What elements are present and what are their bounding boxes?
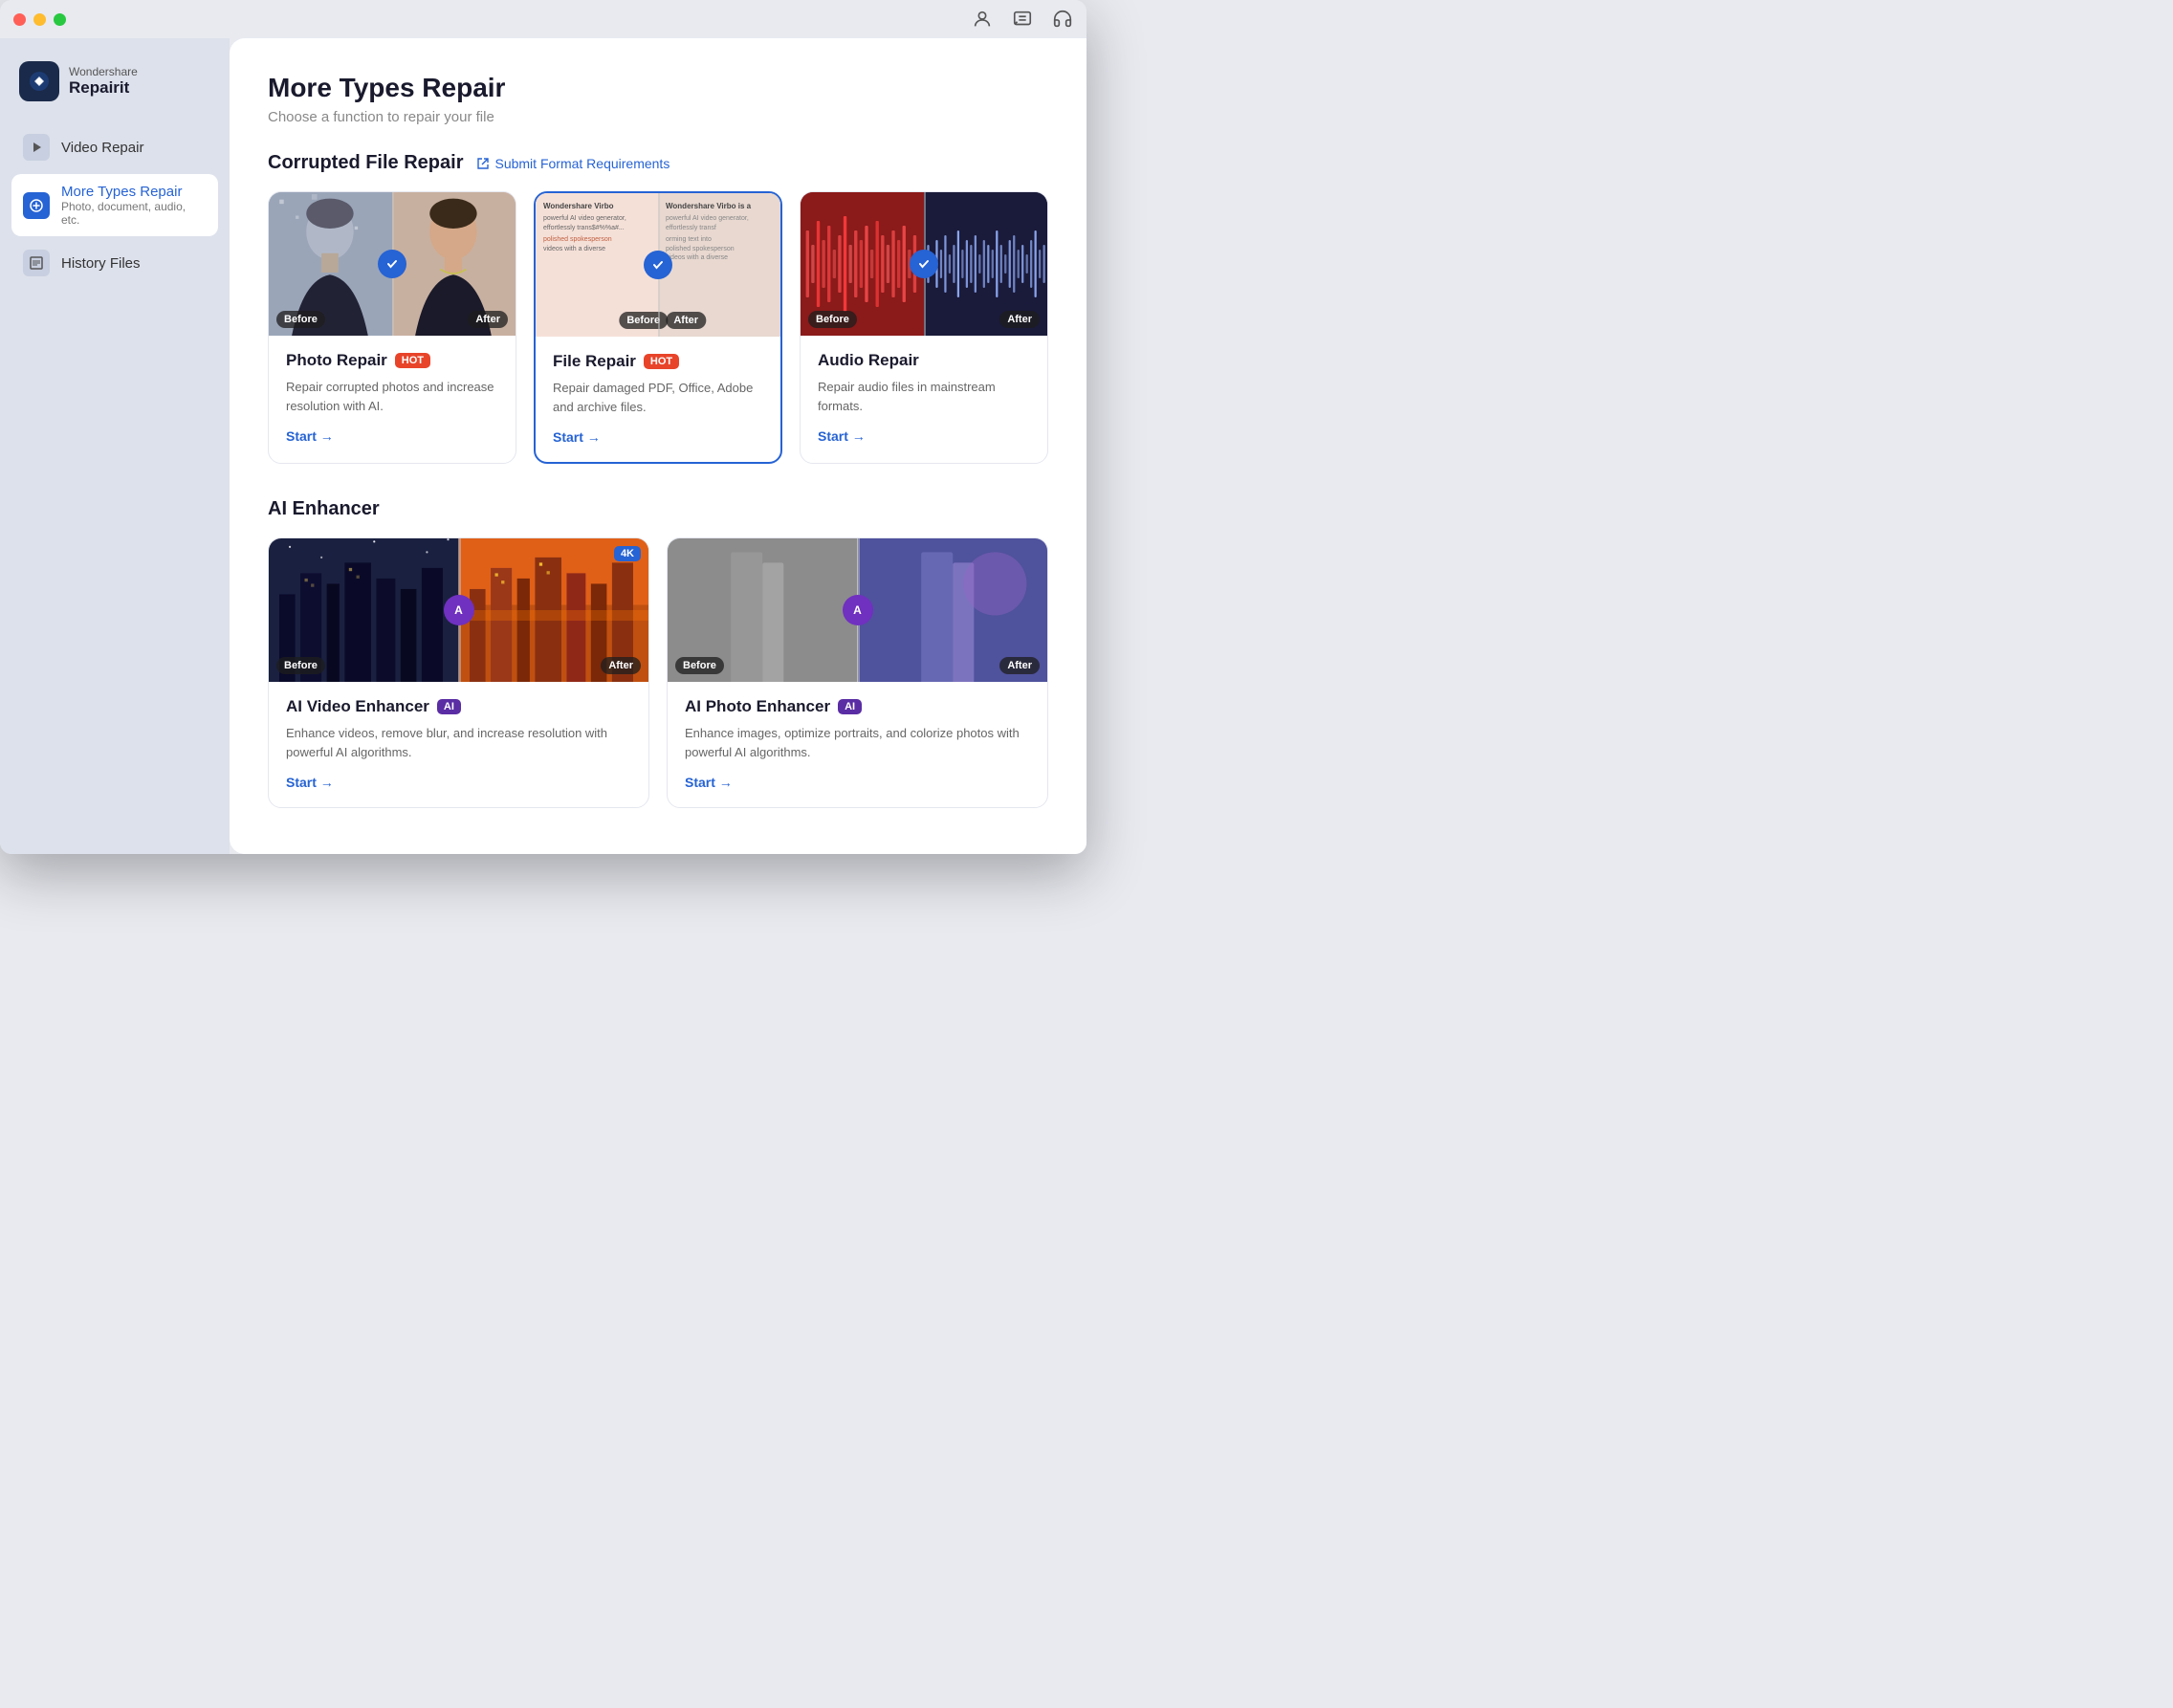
ai-enhancer-cards: A 4K Before After AI Video Enhancer AI E… <box>268 537 1048 808</box>
audio-repair-card[interactable]: Before After Audio Repair Repair audio f… <box>800 191 1048 464</box>
ai-video-enhancer-card[interactable]: A 4K Before After AI Video Enhancer AI E… <box>268 537 649 808</box>
ai-photo-body: AI Photo Enhancer AI Enhance images, opt… <box>668 682 1047 807</box>
app-name: Repairit <box>69 78 138 98</box>
photo-repair-badge <box>378 250 406 278</box>
four-k-badge: 4K <box>614 546 641 561</box>
file-repair-title-row: File Repair HOT <box>553 352 763 371</box>
file-repair-title: File Repair <box>553 352 636 371</box>
ai-video-description: Enhance videos, remove blur, and increas… <box>286 724 631 761</box>
corrupted-file-repair-section-header: Corrupted File Repair Submit Format Requ… <box>268 152 1048 174</box>
file-repair-image: Wondershare Virbo powerful AI video gene… <box>536 193 780 337</box>
audio-repair-description: Repair audio files in mainstream formats… <box>818 378 1030 415</box>
ai-video-body: AI Video Enhancer AI Enhance videos, rem… <box>269 682 648 807</box>
ai-photo-enhancer-card[interactable]: A Before After AI Photo Enhancer AI Enha… <box>667 537 1048 808</box>
ai-photo-after-label: After <box>999 657 1040 674</box>
submit-format-link[interactable]: Submit Format Requirements <box>476 156 669 171</box>
video-repair-icon <box>23 134 50 161</box>
ai-video-title: AI Video Enhancer <box>286 697 429 716</box>
ai-video-badge: AI <box>437 699 461 714</box>
audio-repair-image: Before After <box>801 192 1047 336</box>
ai-video-before-label: Before <box>276 657 325 674</box>
audio-repair-badge <box>910 250 938 278</box>
ai-photo-start-button[interactable]: Start → <box>685 775 1030 790</box>
audio-repair-after-label: After <box>999 311 1040 328</box>
ai-enhancer-title: AI Enhancer <box>268 498 380 520</box>
ai-photo-description: Enhance images, optimize portraits, and … <box>685 724 1030 761</box>
file-repair-badge <box>644 251 672 279</box>
ai-photo-title: AI Photo Enhancer <box>685 697 830 716</box>
sidebar-item-more-types-repair[interactable]: More Types Repair Photo, document, audio… <box>11 174 218 236</box>
file-repair-description: Repair damaged PDF, Office, Adobe and ar… <box>553 379 763 416</box>
ai-video-after-label: After <box>601 657 641 674</box>
audio-repair-title: Audio Repair <box>818 351 919 370</box>
account-icon[interactable] <box>972 9 993 30</box>
audio-repair-body: Audio Repair Repair audio files in mains… <box>801 336 1047 461</box>
audio-repair-before-label: Before <box>808 311 857 328</box>
support-icon[interactable] <box>1052 9 1073 30</box>
photo-repair-hot-badge: HOT <box>395 353 430 368</box>
brand-name: Wondershare <box>69 65 138 78</box>
photo-repair-title-row: Photo Repair HOT <box>286 351 498 370</box>
ai-enhancer-section-header: AI Enhancer <box>268 498 1048 520</box>
app-window: Wondershare Repairit Video Repair <box>0 0 1086 854</box>
logo-icon <box>19 61 59 101</box>
page-subtitle: Choose a function to repair your file <box>268 109 1048 125</box>
file-repair-before-label: Before <box>619 312 668 329</box>
photo-repair-after-label: After <box>468 311 508 328</box>
maximize-button[interactable] <box>54 13 66 26</box>
photo-repair-start-button[interactable]: Start → <box>286 428 498 444</box>
submit-format-link-label: Submit Format Requirements <box>494 156 669 171</box>
corrupted-file-repair-cards: Before After Photo Repair HOT Repair cor… <box>268 191 1048 464</box>
ai-photo-center-icon: A <box>843 595 873 625</box>
titlebar <box>0 0 1086 38</box>
photo-repair-card[interactable]: Before After Photo Repair HOT Repair cor… <box>268 191 516 464</box>
history-files-icon <box>23 250 50 276</box>
sidebar: Wondershare Repairit Video Repair <box>0 38 230 854</box>
close-button[interactable] <box>13 13 26 26</box>
sidebar-item-more-types-label: More Types Repair <box>61 184 207 200</box>
logo-text: Wondershare Repairit <box>69 65 138 98</box>
audio-repair-start-button[interactable]: Start → <box>818 428 1030 444</box>
sidebar-item-video-repair-label: Video Repair <box>61 140 143 156</box>
ai-photo-badge: AI <box>838 699 862 714</box>
sidebar-item-history-files[interactable]: History Files <box>11 240 218 286</box>
main-content: More Types Repair Choose a function to r… <box>230 38 1086 854</box>
sidebar-item-history-label: History Files <box>61 255 141 272</box>
photo-repair-description: Repair corrupted photos and increase res… <box>286 378 498 415</box>
file-repair-hot-badge: HOT <box>644 354 679 369</box>
file-repair-card[interactable]: Wondershare Virbo powerful AI video gene… <box>534 191 782 464</box>
file-repair-start-button[interactable]: Start → <box>553 429 763 445</box>
ai-photo-title-row: AI Photo Enhancer AI <box>685 697 1030 716</box>
photo-repair-image: Before After <box>269 192 516 336</box>
corrupted-file-repair-title: Corrupted File Repair <box>268 152 463 174</box>
audio-repair-title-row: Audio Repair <box>818 351 1030 370</box>
ai-video-start-button[interactable]: Start → <box>286 775 631 790</box>
ai-video-enhancer-image: A 4K Before After <box>269 538 648 682</box>
chat-icon[interactable] <box>1012 9 1033 30</box>
photo-repair-before-label: Before <box>276 311 325 328</box>
sidebar-item-more-types-sub: Photo, document, audio, etc. <box>61 200 207 227</box>
sidebar-logo: Wondershare Repairit <box>11 54 218 120</box>
external-link-icon <box>476 157 490 170</box>
header-icons <box>972 9 1073 30</box>
photo-repair-title: Photo Repair <box>286 351 387 370</box>
app-body: Wondershare Repairit Video Repair <box>0 38 1086 854</box>
sidebar-item-video-repair[interactable]: Video Repair <box>11 124 218 170</box>
ai-video-center-icon: A <box>444 595 474 625</box>
ai-video-title-row: AI Video Enhancer AI <box>286 697 631 716</box>
file-repair-body: File Repair HOT Repair damaged PDF, Offi… <box>536 337 780 462</box>
ai-photo-enhancer-image: A Before After <box>668 538 1047 682</box>
ai-photo-before-label: Before <box>675 657 724 674</box>
minimize-button[interactable] <box>33 13 46 26</box>
page-title: More Types Repair <box>268 73 1048 103</box>
file-repair-after-label: After <box>666 312 706 329</box>
more-types-icon <box>23 192 50 219</box>
photo-repair-body: Photo Repair HOT Repair corrupted photos… <box>269 336 516 461</box>
traffic-lights <box>13 13 66 26</box>
